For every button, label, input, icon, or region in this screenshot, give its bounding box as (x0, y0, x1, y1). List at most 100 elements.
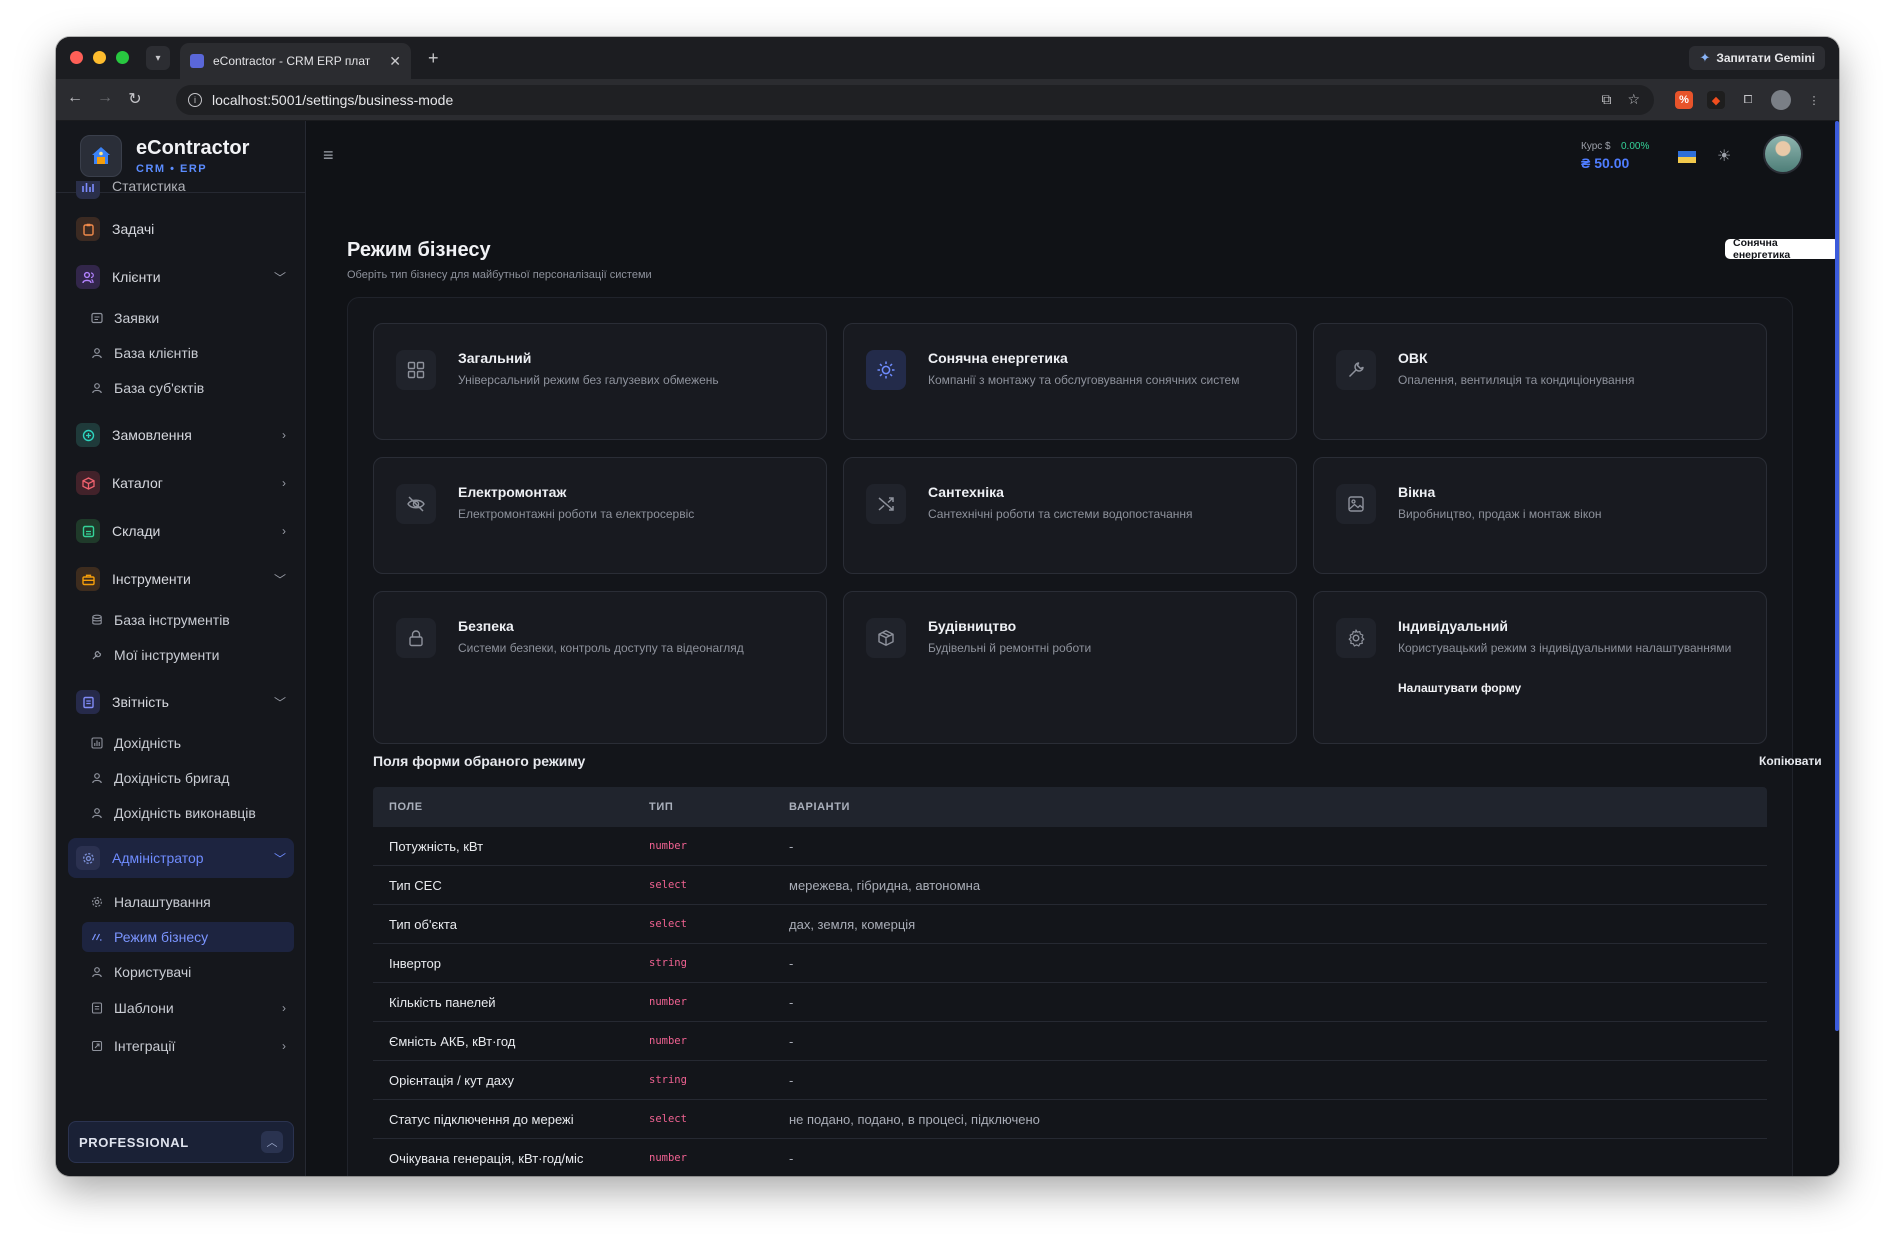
sidebar-item-label: Звітність (112, 694, 169, 710)
mode-card-description: Сантехнічні роботи та системи водопостач… (928, 507, 1193, 521)
ukraine-flag-icon[interactable] (1678, 151, 1696, 163)
forward-arrow-icon[interactable]: → (94, 89, 116, 107)
sidebar-item-tasks[interactable]: Задачі (68, 211, 294, 247)
chevron-down-icon[interactable]: ﹀ (274, 694, 286, 711)
tooltip: Сонячна енергетика (1725, 237, 1839, 261)
mode-card-electrical[interactable]: Електромонтаж Електромонтажні роботи та … (373, 457, 827, 574)
site-info-icon[interactable]: i (188, 93, 202, 107)
field-type: select (649, 918, 687, 930)
browser-tab[interactable]: eContractor - CRM ERP плат ✕ (180, 43, 411, 79)
reload-icon[interactable]: ↻ (124, 89, 146, 109)
mode-card-description: Компанії з монтажу та обслуговування сон… (928, 373, 1240, 387)
bar-chart-icon (90, 736, 104, 750)
field-name: Очікувана генерація, кВт·год/міс (389, 1150, 584, 1166)
table-row: Статус підключення до мережі select не п… (373, 1100, 1767, 1139)
sidebar-subitem-templates[interactable]: Шаблони › (82, 993, 294, 1023)
url-field[interactable]: i localhost:5001/settings/business-mode … (176, 85, 1654, 115)
sidebar-item-label: Статистика (112, 181, 186, 194)
minimize-window-button[interactable] (93, 51, 106, 64)
sidebar-subitem-integrations[interactable]: Інтеграції › (82, 1031, 294, 1061)
field-options: - (789, 994, 794, 1010)
shuffle-icon (866, 484, 906, 524)
sidebar-item-orders[interactable]: Замовлення › (68, 417, 294, 453)
browser-menu-icon[interactable]: ⋮ (1805, 91, 1823, 109)
page-scrollbar[interactable] (1835, 121, 1839, 1031)
sidebar-item-catalog[interactable]: Каталог › (68, 465, 294, 501)
new-tab-plus-icon[interactable]: + (428, 48, 439, 69)
install-app-icon[interactable]: ⧉ (1601, 91, 1611, 108)
chevron-right-icon[interactable]: › (282, 1001, 286, 1015)
sidebar-subitem-income-brigades[interactable]: Дохідність бригад (82, 763, 294, 793)
bookmark-star-icon[interactable]: ☆ (1627, 91, 1640, 108)
field-options: - (789, 1033, 794, 1049)
theme-sun-icon[interactable]: ☀ (1717, 146, 1731, 166)
maximize-window-button[interactable] (116, 51, 129, 64)
sidebar-subitem-business-mode[interactable]: Режим бізнесу (82, 922, 294, 952)
copy-button[interactable]: Копіювати (1759, 754, 1822, 768)
user-avatar[interactable] (1763, 134, 1803, 174)
chevron-up-icon[interactable]: ︿ (261, 1131, 283, 1153)
mode-card-construction[interactable]: Будівництво Будівельні й ремонтні роботи (843, 591, 1297, 744)
sidebar-item-warehouses[interactable]: Склади › (68, 513, 294, 549)
plan-selector[interactable]: PROFESSIONAL ︿ (68, 1121, 294, 1163)
close-window-button[interactable] (70, 51, 83, 64)
sidebar-subitem-users[interactable]: Користувачі (82, 957, 294, 987)
sidebar-item-admin[interactable]: Адміністратор ﹀ (68, 838, 294, 878)
sidebar-subitem-label: Шаблони (114, 1000, 174, 1016)
tool-icon (90, 648, 104, 662)
sidebar-subitem-income-executors[interactable]: Дохідність виконавців (82, 798, 294, 828)
chevron-down-icon[interactable]: ﹀ (274, 850, 286, 867)
mode-card-general[interactable]: Загальний Універсальний режим без галузе… (373, 323, 827, 440)
sidebar-subitem-tools-base[interactable]: База інструментів (82, 605, 294, 635)
mode-card-description: Опалення, вентиляція та кондиціонування (1398, 373, 1635, 387)
sidebar-subitem-client-base[interactable]: База клієнтів (82, 338, 294, 368)
sidebar-subitem-settings[interactable]: Налаштування (82, 887, 294, 917)
user-icon (90, 381, 104, 395)
mode-card-plumbing[interactable]: Сантехніка Сантехнічні роботи та системи… (843, 457, 1297, 574)
brand-subtitle: CRM • ERP (136, 163, 208, 175)
mode-card-hvac[interactable]: ОВК Опалення, вентиляція та кондиціонува… (1313, 323, 1767, 440)
gemini-button[interactable]: ✦ Запитати Gemini (1689, 46, 1825, 70)
sliders-icon (90, 930, 104, 944)
extension-orange-icon[interactable]: % (1675, 91, 1693, 109)
figma-extension-icon[interactable]: ◆ (1707, 91, 1725, 109)
chevron-right-icon[interactable]: › (282, 476, 286, 490)
sidebar-item-label: Каталог (112, 475, 163, 491)
sidebar-subitem-subjects[interactable]: База суб'єктів (82, 373, 294, 403)
back-arrow-icon[interactable]: ← (64, 89, 86, 107)
mode-card-title: Сантехніка (928, 484, 1004, 500)
sun-icon (866, 350, 906, 390)
field-type: select (649, 1113, 687, 1125)
mode-card-custom[interactable]: Індивідуальний Користувацький режим з ін… (1313, 591, 1767, 744)
column-header-field: ПОЛЕ (389, 801, 423, 813)
chevron-right-icon[interactable]: › (282, 1039, 286, 1053)
mode-card-solar[interactable]: Сонячна енергетика Компанії з монтажу та… (843, 323, 1297, 440)
sidebar-subitem-income[interactable]: Дохідність (82, 728, 294, 758)
tab-bar: ▾ eContractor - CRM ERP плат ✕ + ✦ Запит… (56, 37, 1839, 79)
sidebar-item-stats[interactable]: Статистика (68, 181, 294, 205)
sidebar-item-tools[interactable]: Інструменти ﹀ (68, 561, 294, 597)
chevron-right-icon[interactable]: › (282, 524, 286, 538)
configure-form-link[interactable]: Налаштувати форму (1398, 681, 1521, 695)
tab-search-chevron-icon[interactable]: ▾ (146, 46, 170, 70)
page-title: Режим бізнесу (347, 239, 491, 261)
menu-toggle-icon[interactable]: ≡ (323, 145, 334, 166)
sidebar-subitem-requests[interactable]: Заявки (82, 303, 294, 333)
mode-card-security[interactable]: Безпека Системи безпеки, контроль доступ… (373, 591, 827, 744)
chevron-down-icon[interactable]: ﹀ (274, 269, 286, 286)
extensions-puzzle-icon[interactable]: ⧠ (1739, 91, 1757, 109)
chevron-right-icon[interactable]: › (282, 428, 286, 442)
chevron-down-icon[interactable]: ﹀ (274, 571, 286, 588)
box-icon (866, 618, 906, 658)
mode-card-title: Безпека (458, 618, 514, 634)
integration-icon (90, 1039, 104, 1053)
sidebar-item-clients[interactable]: Клієнти ﹀ (68, 259, 294, 295)
mode-card-windows[interactable]: Вікна Виробництво, продаж і монтаж вікон (1313, 457, 1767, 574)
sidebar-subitem-my-tools[interactable]: Мої інструменти (82, 640, 294, 670)
main-content: ≡ Курс $ 0.00% ₴ 50.00 ☀ Сонячна енергет… (307, 121, 1839, 1176)
logo-house-icon[interactable] (80, 135, 122, 177)
users-icon (76, 265, 100, 289)
browser-profile-avatar[interactable] (1771, 90, 1791, 110)
sidebar-item-reports[interactable]: Звітність ﹀ (68, 684, 294, 720)
close-tab-icon[interactable]: ✕ (389, 53, 401, 70)
